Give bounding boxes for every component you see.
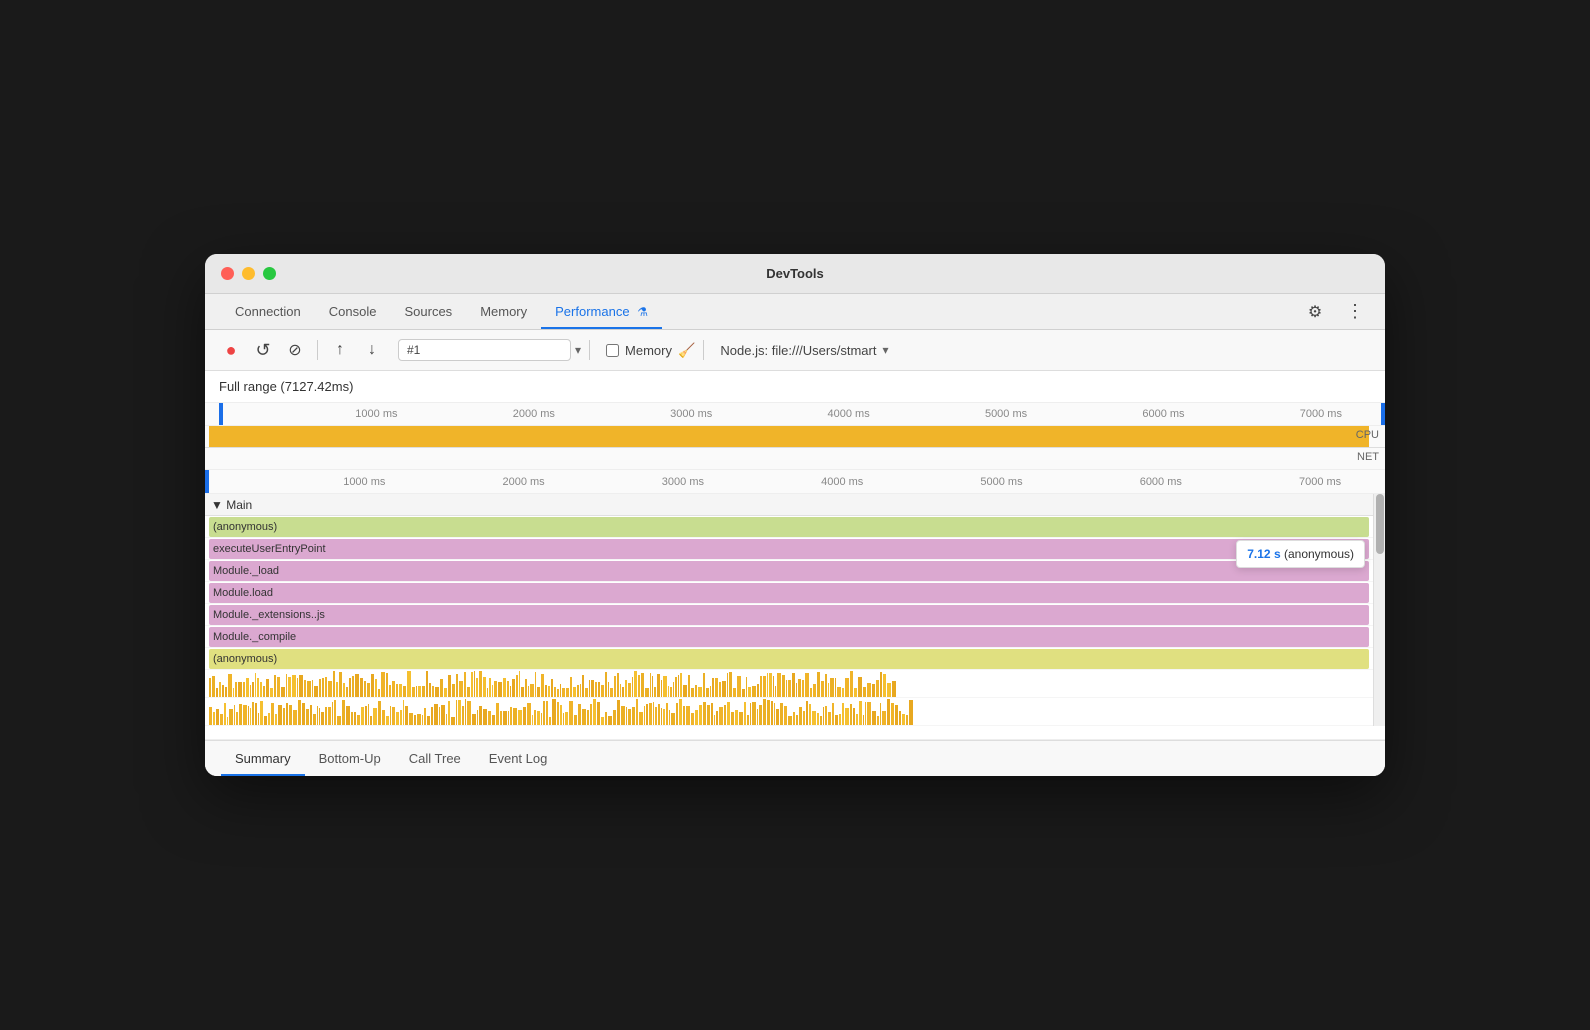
flame-tick-1000: 1000 ms — [343, 476, 385, 488]
tab-bar: Connection Console Sources Memory Perfor… — [205, 294, 1385, 330]
flame-area-wrapper: 1000 ms 2000 ms 3000 ms 4000 ms 5000 ms … — [205, 470, 1385, 740]
flame-block-execute[interactable]: executeUserEntryPoint — [209, 539, 1369, 559]
settings-icon[interactable]: ⚙ — [1301, 298, 1329, 326]
window-title: DevTools — [766, 266, 824, 281]
dense-bar-row-2[interactable] — [209, 699, 1369, 725]
profile-dropdown-arrow[interactable]: ▾ — [575, 343, 581, 357]
tick-2000: 2000 ms — [513, 408, 555, 420]
upload-button[interactable]: ↑ — [326, 336, 354, 364]
flame-row-4[interactable]: Module._extensions..js — [205, 604, 1385, 626]
toolbar: ● ↺ ⊘ ↑ ↓ ▾ Memory 🧹 Node.js: file:///Us… — [205, 330, 1385, 371]
vertical-scrollbar-thumb[interactable] — [1376, 494, 1384, 554]
record-button[interactable]: ● — [217, 336, 245, 364]
performance-icon: ⚗ — [637, 305, 648, 319]
flame-row-2[interactable]: Module._load — [205, 560, 1385, 582]
flame-tick-3000: 3000 ms — [662, 476, 704, 488]
close-button[interactable] — [221, 267, 234, 280]
flame-tick-7000: 7000 ms — [1299, 476, 1341, 488]
tick-5000: 5000 ms — [985, 408, 1027, 420]
traffic-lights — [221, 267, 276, 280]
memory-checkbox-area: Memory 🧹 — [606, 342, 695, 359]
tab-event-log[interactable]: Event Log — [475, 741, 562, 776]
divider-1 — [317, 340, 318, 360]
time-ruler-top: 1000 ms 2000 ms 3000 ms 4000 ms 5000 ms … — [219, 403, 1385, 425]
cpu-bar — [209, 426, 1369, 447]
flame-dense-row-2[interactable] — [205, 698, 1385, 726]
profile-selector: ▾ — [398, 339, 581, 361]
flame-row-0[interactable]: (anonymous) — [205, 516, 1385, 538]
cpu-label: CPU — [1356, 429, 1379, 441]
flame-tick-5000: 5000 ms — [980, 476, 1022, 488]
timeline-header: 1000 ms 2000 ms 3000 ms 4000 ms 5000 ms … — [205, 403, 1385, 426]
flame-row-3[interactable]: Module.load — [205, 582, 1385, 604]
cpu-bar-container: CPU — [205, 426, 1385, 448]
flame-row-6[interactable]: (anonymous) — [205, 648, 1385, 670]
download-button[interactable]: ↓ — [358, 336, 386, 364]
memory-checkbox[interactable] — [606, 344, 619, 357]
net-bar-container: NET — [205, 448, 1385, 470]
devtools-window: DevTools Connection Console Sources Memo… — [205, 254, 1385, 776]
tick-4000: 4000 ms — [828, 408, 870, 420]
dense-bar-group-1 — [209, 671, 1369, 697]
flame-ruler: 1000 ms 2000 ms 3000 ms 4000 ms 5000 ms … — [205, 470, 1385, 494]
vertical-scrollbar[interactable] — [1373, 494, 1385, 726]
memory-clean-icon[interactable]: 🧹 — [678, 342, 695, 359]
node-dropdown-arrow: ▾ — [882, 343, 888, 357]
tab-bar-actions: ⚙ ⋮ — [1301, 298, 1369, 326]
full-range-label: Full range (7127.42ms) — [205, 371, 1385, 403]
tick-6000: 6000 ms — [1142, 408, 1184, 420]
tick-1000: 1000 ms — [355, 408, 397, 420]
flame-row-1[interactable]: executeUserEntryPoint 7.12 s (anonymous) — [205, 538, 1385, 560]
maximize-button[interactable] — [263, 267, 276, 280]
flame-dense-row-1[interactable]: // Generate dense bars — [205, 670, 1385, 698]
right-range-marker[interactable] — [1381, 403, 1385, 425]
divider-3 — [703, 340, 704, 360]
tab-summary[interactable]: Summary — [221, 741, 305, 776]
flame-tick-4000: 4000 ms — [821, 476, 863, 488]
minimize-button[interactable] — [242, 267, 255, 280]
tab-console[interactable]: Console — [315, 294, 391, 329]
flame-block-module-load2[interactable]: Module.load — [209, 583, 1369, 603]
memory-label: Memory — [625, 343, 672, 358]
refresh-button[interactable]: ↺ — [249, 336, 277, 364]
gap-row — [205, 726, 1385, 740]
net-label: NET — [1357, 451, 1379, 463]
flame-block-module-compile[interactable]: Module._compile — [209, 627, 1369, 647]
left-range-marker[interactable] — [219, 403, 223, 425]
title-bar: DevTools — [205, 254, 1385, 294]
flame-block-anonymous-0[interactable]: (anonymous) — [209, 517, 1369, 537]
bottom-tabs: Summary Bottom-Up Call Tree Event Log — [205, 740, 1385, 776]
flame-block-anonymous-1[interactable]: (anonymous) — [209, 649, 1369, 669]
tab-sources[interactable]: Sources — [390, 294, 466, 329]
tab-connection[interactable]: Connection — [221, 294, 315, 329]
flame-tick-2000: 2000 ms — [502, 476, 544, 488]
flame-tick-6000: 6000 ms — [1140, 476, 1182, 488]
clear-button[interactable]: ⊘ — [281, 336, 309, 364]
more-icon[interactable]: ⋮ — [1341, 298, 1369, 326]
dense-bar-row-1[interactable] — [209, 671, 1369, 697]
tab-memory[interactable]: Memory — [466, 294, 541, 329]
tick-3000: 3000 ms — [670, 408, 712, 420]
dense-bar-group-2 — [209, 699, 1369, 725]
node-label: Node.js: file:///Users/stmart — [720, 343, 876, 358]
main-section-header[interactable]: ▼ Main — [205, 494, 1385, 516]
tick-7000: 7000 ms — [1300, 408, 1342, 420]
flame-block-module-ext[interactable]: Module._extensions..js — [209, 605, 1369, 625]
tab-call-tree[interactable]: Call Tree — [395, 741, 475, 776]
flame-chart: ▼ Main (anonymous) executeUserEntryPoint… — [205, 494, 1385, 726]
flame-block-module-load[interactable]: Module._load — [209, 561, 1369, 581]
flame-left-marker — [205, 470, 209, 493]
node-selector[interactable]: Node.js: file:///Users/stmart ▾ — [720, 343, 888, 358]
tab-performance[interactable]: Performance ⚗ — [541, 294, 662, 329]
flame-row-5[interactable]: Module._compile — [205, 626, 1385, 648]
divider-2 — [589, 340, 590, 360]
profile-input[interactable] — [398, 339, 571, 361]
tab-bottom-up[interactable]: Bottom-Up — [305, 741, 395, 776]
main-content: Full range (7127.42ms) 1000 ms 2000 ms 3… — [205, 371, 1385, 776]
